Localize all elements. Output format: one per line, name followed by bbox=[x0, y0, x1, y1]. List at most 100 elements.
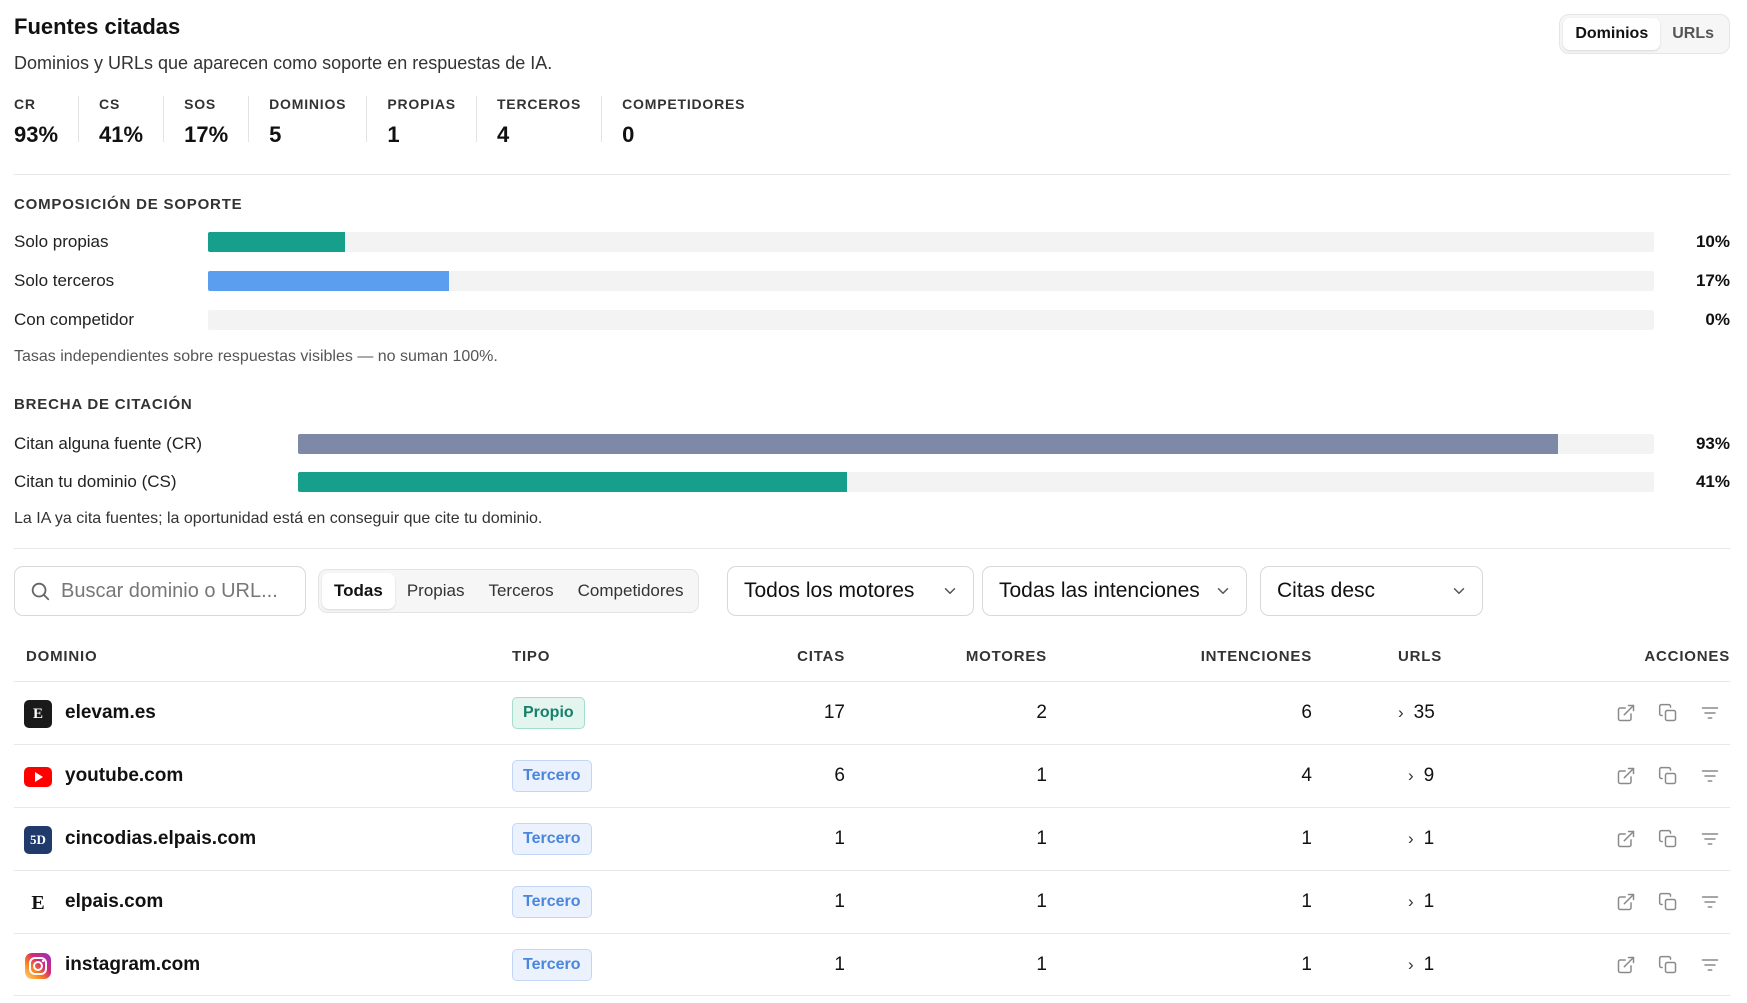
intent-select-value: Todas las intenciones bbox=[999, 579, 1200, 602]
intents-value: 1 bbox=[1301, 953, 1312, 975]
col-domain[interactable]: DOMINIO bbox=[26, 648, 97, 665]
intent-select[interactable]: Todas las intenciones bbox=[982, 566, 1247, 616]
engines-value: 2 bbox=[1036, 702, 1047, 723]
kpi-label: CR bbox=[14, 96, 36, 112]
kpi-label: PROPIAS bbox=[387, 96, 456, 112]
chevron-right-icon: › bbox=[1408, 829, 1414, 848]
filter-icon[interactable] bbox=[1698, 827, 1722, 851]
col-intents[interactable]: INTENCIONES bbox=[1201, 648, 1312, 665]
kpi-label: TERCEROS bbox=[496, 96, 582, 112]
domain-name[interactable]: elevam.es bbox=[65, 702, 156, 724]
engine-select[interactable]: Todos los motores bbox=[727, 566, 974, 616]
type-badge: Tercero bbox=[512, 948, 592, 981]
open-external-icon[interactable] bbox=[1614, 764, 1638, 788]
kpi-competidores: COMPETIDORES 0 bbox=[622, 96, 765, 147]
engines-value: 1 bbox=[1036, 953, 1047, 975]
kpi-terceros: TERCEROS 4 bbox=[496, 96, 603, 147]
urls-expand[interactable]: › 1 bbox=[1408, 954, 1434, 976]
kpi-value: 5 bbox=[269, 122, 282, 147]
urls-count: 35 bbox=[1413, 702, 1435, 723]
elpais-favicon: E bbox=[24, 889, 52, 917]
engines-value: 1 bbox=[1036, 765, 1047, 786]
bar-percent: 0% bbox=[1705, 310, 1730, 329]
table-row[interactable]: E elevam.es Propio 17 2 6 › 35 bbox=[14, 681, 1730, 744]
cites-value: 1 bbox=[834, 891, 845, 912]
bar-percent: 93% bbox=[1695, 434, 1730, 453]
bar-fill bbox=[208, 232, 346, 252]
type-badge: Tercero bbox=[512, 760, 592, 792]
filter-icon[interactable] bbox=[1698, 764, 1722, 788]
copy-icon[interactable] bbox=[1656, 701, 1680, 725]
type-filter-terceros[interactable]: Terceros bbox=[476, 573, 565, 609]
domain-name[interactable]: instagram.com bbox=[65, 954, 200, 976]
filter-icon[interactable] bbox=[1698, 953, 1722, 977]
kpi-dominios: DOMINIOS 5 bbox=[269, 96, 368, 147]
cincodias-favicon: 5D bbox=[24, 826, 52, 854]
bar-label: Citan alguna fuente (CR) bbox=[14, 434, 203, 453]
domain-name[interactable]: elpais.com bbox=[65, 891, 163, 913]
kpi-value: 17% bbox=[184, 122, 229, 147]
bar-percent: 17% bbox=[1695, 271, 1730, 290]
kpi-value: 4 bbox=[496, 122, 510, 147]
open-external-icon[interactable] bbox=[1614, 890, 1638, 914]
engine-select-value: Todos los motores bbox=[744, 579, 915, 602]
gap-note: La IA ya cita fuentes; la oportunidad es… bbox=[14, 510, 543, 527]
urls-expand[interactable]: › 1 bbox=[1408, 828, 1434, 850]
intents-value: 4 bbox=[1301, 765, 1312, 786]
type-badge: Propio bbox=[512, 697, 585, 729]
bar-fill bbox=[208, 271, 450, 291]
copy-icon[interactable] bbox=[1656, 953, 1680, 977]
search-box[interactable] bbox=[14, 566, 306, 616]
urls-expand[interactable]: › 35 bbox=[1398, 702, 1435, 724]
urls-expand[interactable]: › 1 bbox=[1408, 891, 1434, 913]
type-filter-competidores[interactable]: Competidores bbox=[566, 573, 696, 609]
domain-name[interactable]: cincodias.elpais.com bbox=[65, 828, 256, 850]
kpi-label: CS bbox=[99, 96, 121, 112]
intents-value: 6 bbox=[1301, 702, 1312, 723]
table-row[interactable]: youtube.com Tercero 6 1 4 › 9 bbox=[14, 744, 1730, 807]
chevron-down-icon bbox=[1453, 588, 1465, 594]
urls-expand[interactable]: › 9 bbox=[1408, 765, 1434, 787]
type-filter-todas[interactable]: Todas bbox=[322, 573, 395, 609]
favicon-letter: 5D bbox=[30, 832, 46, 847]
col-engines[interactable]: MOTORES bbox=[966, 648, 1047, 665]
col-type[interactable]: TIPO bbox=[512, 648, 550, 665]
composition-note: Tasas independientes sobre respuestas vi… bbox=[14, 348, 498, 365]
chevron-right-icon: › bbox=[1398, 703, 1404, 722]
kpi-value: 93% bbox=[14, 122, 59, 147]
cites-value: 1 bbox=[834, 828, 845, 849]
bar-fill bbox=[298, 472, 848, 492]
open-external-icon[interactable] bbox=[1614, 953, 1638, 977]
table-row[interactable]: instagram.com Tercero 1 1 1 › 1 bbox=[14, 933, 1730, 996]
sort-select[interactable]: Citas desc bbox=[1260, 566, 1483, 616]
copy-icon[interactable] bbox=[1656, 890, 1680, 914]
col-cites[interactable]: CITAS bbox=[797, 648, 845, 665]
domain-name[interactable]: youtube.com bbox=[65, 765, 183, 787]
open-external-icon[interactable] bbox=[1614, 701, 1638, 725]
table-header: DOMINIO TIPO CITAS MOTORES INTENCIONES U… bbox=[14, 644, 1730, 678]
filter-icon[interactable] bbox=[1698, 701, 1722, 725]
elevam-favicon: E bbox=[24, 700, 52, 728]
search-input[interactable] bbox=[61, 579, 291, 603]
urls-count: 1 bbox=[1423, 828, 1435, 849]
cites-value: 17 bbox=[823, 702, 845, 723]
urls-count: 9 bbox=[1423, 765, 1435, 786]
bar-track bbox=[208, 310, 1654, 330]
toggle-urls[interactable]: URLs bbox=[1660, 18, 1726, 50]
table-row[interactable]: 5D cincodias.elpais.com Tercero 1 1 1 › 1 bbox=[14, 807, 1730, 870]
toggle-dominios[interactable]: Dominios bbox=[1563, 18, 1661, 50]
kpi-value: 0 bbox=[622, 122, 635, 147]
instagram-icon bbox=[24, 952, 52, 980]
filter-icon[interactable] bbox=[1698, 890, 1722, 914]
col-urls[interactable]: URLS bbox=[1398, 648, 1442, 665]
cites-value: 1 bbox=[834, 953, 845, 975]
kpi-value: 1 bbox=[387, 122, 400, 147]
urls-count: 1 bbox=[1423, 953, 1435, 975]
table-row[interactable]: E elpais.com Tercero 1 1 1 › 1 bbox=[14, 870, 1730, 933]
copy-icon[interactable] bbox=[1656, 764, 1680, 788]
type-filter-propias[interactable]: Propias bbox=[395, 573, 477, 609]
open-external-icon[interactable] bbox=[1614, 827, 1638, 851]
copy-icon[interactable] bbox=[1656, 827, 1680, 851]
composition-title: COMPOSICIÓN DE SOPORTE bbox=[14, 196, 243, 213]
kpi-label: DOMINIOS bbox=[269, 96, 347, 112]
